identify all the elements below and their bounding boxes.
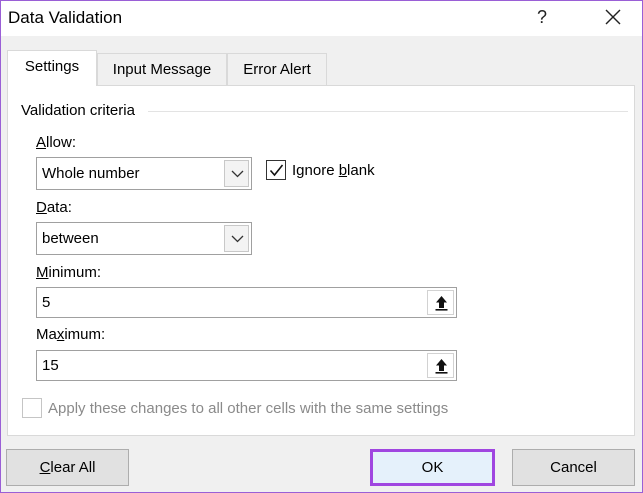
clear-all-button[interactable]: Clear All (6, 449, 129, 486)
allow-label: Allow: (36, 134, 77, 151)
ignore-blank-checkbox[interactable] (266, 160, 286, 180)
minimum-input[interactable]: 5 (36, 287, 457, 318)
title-bar: Data Validation ? (1, 1, 642, 36)
chevron-down-icon (231, 170, 244, 178)
tab-settings[interactable]: Settings (7, 50, 97, 86)
group-divider (148, 111, 628, 112)
checkmark-icon (269, 164, 284, 177)
apply-all-label[interactable]: Apply these changes to all other cells w… (48, 400, 448, 417)
data-label: Data: (36, 199, 72, 216)
apply-all-checkbox[interactable] (22, 398, 42, 418)
range-select-icon (435, 359, 448, 374)
settings-panel: Validation criteria Allow: Whole number … (7, 85, 635, 436)
data-dropdown[interactable]: between (36, 222, 252, 255)
ignore-blank-label[interactable]: Ignore blank (292, 162, 375, 179)
help-button[interactable]: ? (529, 5, 555, 31)
maximum-input[interactable]: 15 (36, 350, 457, 381)
maximum-label: Maximum: (36, 326, 106, 343)
data-validation-dialog: Data Validation ? Settings Input Message… (0, 0, 643, 493)
data-dropdown-button[interactable] (224, 225, 249, 252)
allow-dropdown[interactable]: Whole number (36, 157, 252, 190)
tab-input-message[interactable]: Input Message (97, 53, 227, 85)
tab-error-alert[interactable]: Error Alert (227, 53, 327, 85)
validation-criteria-label: Validation criteria (21, 102, 135, 119)
cancel-button[interactable]: Cancel (512, 449, 635, 486)
close-button[interactable] (599, 5, 627, 31)
data-value: between (42, 230, 99, 247)
minimum-value: 5 (42, 294, 51, 311)
ok-button[interactable]: OK (370, 449, 495, 486)
allow-value: Whole number (42, 165, 140, 182)
chevron-down-icon (231, 235, 244, 243)
maximum-value: 15 (42, 357, 59, 374)
range-select-icon (435, 296, 448, 311)
close-icon (605, 9, 621, 25)
minimum-label: Minimum: (36, 264, 102, 281)
dialog-title: Data Validation (8, 8, 123, 27)
allow-dropdown-button[interactable] (224, 160, 249, 187)
minimum-collapse-button[interactable] (427, 290, 454, 315)
maximum-collapse-button[interactable] (427, 353, 454, 378)
